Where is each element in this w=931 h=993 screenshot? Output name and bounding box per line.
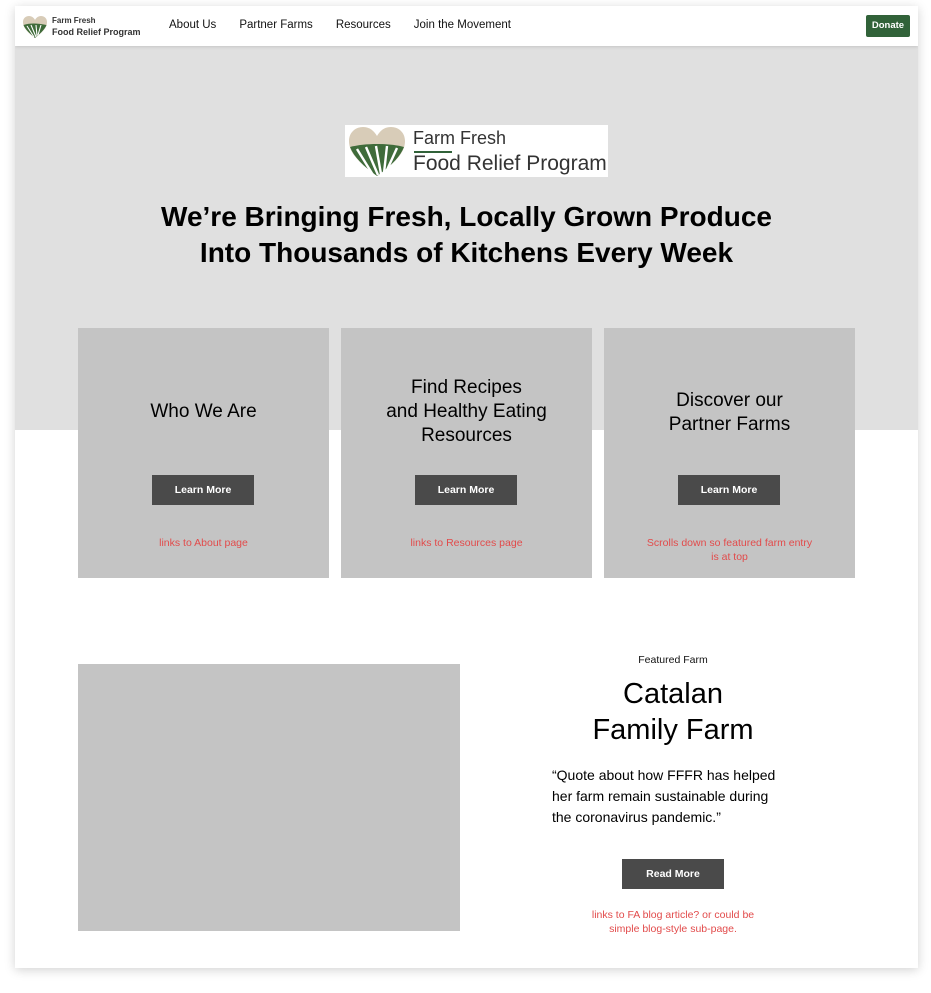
card-annotation-line: Scrolls down so featured farm entry	[646, 537, 813, 549]
card-title-line: Find Recipes	[411, 377, 522, 398]
card-annotation: Scrolls down so featured farm entry is a…	[624, 536, 835, 564]
card-title-line: and Healthy Eating	[386, 401, 547, 422]
card-title: Who We Are	[78, 400, 329, 424]
nav-links: About Us Partner Farms Resources Join th…	[169, 19, 534, 31]
hero-headline-line2: Into Thousands of Kitchens Every Week	[199, 237, 734, 268]
card-title: Find Recipes and Healthy Eating Resource…	[341, 376, 592, 448]
featured-farm-title: Catalan Family Farm	[565, 676, 781, 748]
quote-line: her farm remain sustainable during	[552, 788, 769, 804]
quote-line: “Quote about how FFFR has helped	[552, 767, 776, 783]
nav-logo[interactable]: Farm Fresh Food Relief Program	[22, 15, 142, 39]
nav-link-about-us[interactable]: About Us	[169, 19, 216, 31]
featured-annotation-line: links to FA blog article? or could be	[591, 909, 755, 921]
featured-annotation: links to FA blog article? or could be si…	[577, 908, 769, 936]
featured-farm-image-placeholder	[78, 664, 460, 931]
featured-farm-title-line2: Family Farm	[592, 714, 754, 746]
card-who-we-are: Who We Are Learn More links to About pag…	[78, 328, 329, 578]
card-title-line: Who We Are	[150, 401, 257, 422]
card-annotation: links to About page	[98, 536, 309, 550]
featured-farm-title-line1: Catalan	[623, 678, 723, 710]
nav-link-partner-farms[interactable]: Partner Farms	[239, 19, 313, 31]
read-more-button[interactable]: Read More	[622, 859, 724, 889]
card-title-line: Discover our	[676, 390, 783, 411]
hero-logo-line1: Farm Fresh	[413, 128, 507, 148]
nav-logo-line2: Food Relief Program	[52, 27, 141, 37]
featured-farm-label: Featured Farm	[638, 654, 708, 666]
hero-logo: Farm Fresh Food Relief Program	[345, 125, 608, 177]
hero-headline: We’re Bringing Fresh, Locally Grown Prod…	[15, 199, 918, 271]
learn-more-button[interactable]: Learn More	[678, 475, 780, 505]
learn-more-button[interactable]: Learn More	[152, 475, 254, 505]
card-title: Discover our Partner Farms	[604, 389, 855, 437]
top-nav: Farm Fresh Food Relief Program About Us …	[15, 6, 918, 46]
featured-annotation-line: simple blog-style sub-page.	[609, 923, 737, 935]
donate-button[interactable]: Donate	[866, 15, 910, 37]
hero-headline-line1: We’re Bringing Fresh, Locally Grown Prod…	[161, 201, 772, 232]
card-annotation-line: links to Resources page	[410, 537, 523, 549]
nav-logo-line1: Farm Fresh	[52, 16, 96, 25]
heart-farm-logo-icon	[349, 127, 405, 176]
card-title-line: Partner Farms	[668, 414, 791, 435]
card-recipes-resources: Find Recipes and Healthy Eating Resource…	[341, 328, 592, 578]
heart-farm-logo-icon	[23, 16, 47, 38]
featured-farm-quote: “Quote about how FFFR has helped her far…	[552, 765, 802, 828]
quote-line: the coronavirus pandemic.”	[552, 809, 721, 825]
card-partner-farms: Discover our Partner Farms Learn More Sc…	[604, 328, 855, 578]
nav-link-join-the-movement[interactable]: Join the Movement	[414, 19, 511, 31]
nav-link-resources[interactable]: Resources	[336, 19, 391, 31]
hero-logo-line2: Food Relief Program	[413, 152, 607, 175]
card-title-line: Resources	[421, 425, 512, 446]
card-annotation-line: links to About page	[159, 537, 248, 549]
card-annotation: links to Resources page	[361, 536, 572, 550]
card-annotation-line: is at top	[711, 551, 748, 563]
learn-more-button[interactable]: Learn More	[415, 475, 517, 505]
page: Farm Fresh Food Relief Program About Us …	[15, 6, 918, 968]
